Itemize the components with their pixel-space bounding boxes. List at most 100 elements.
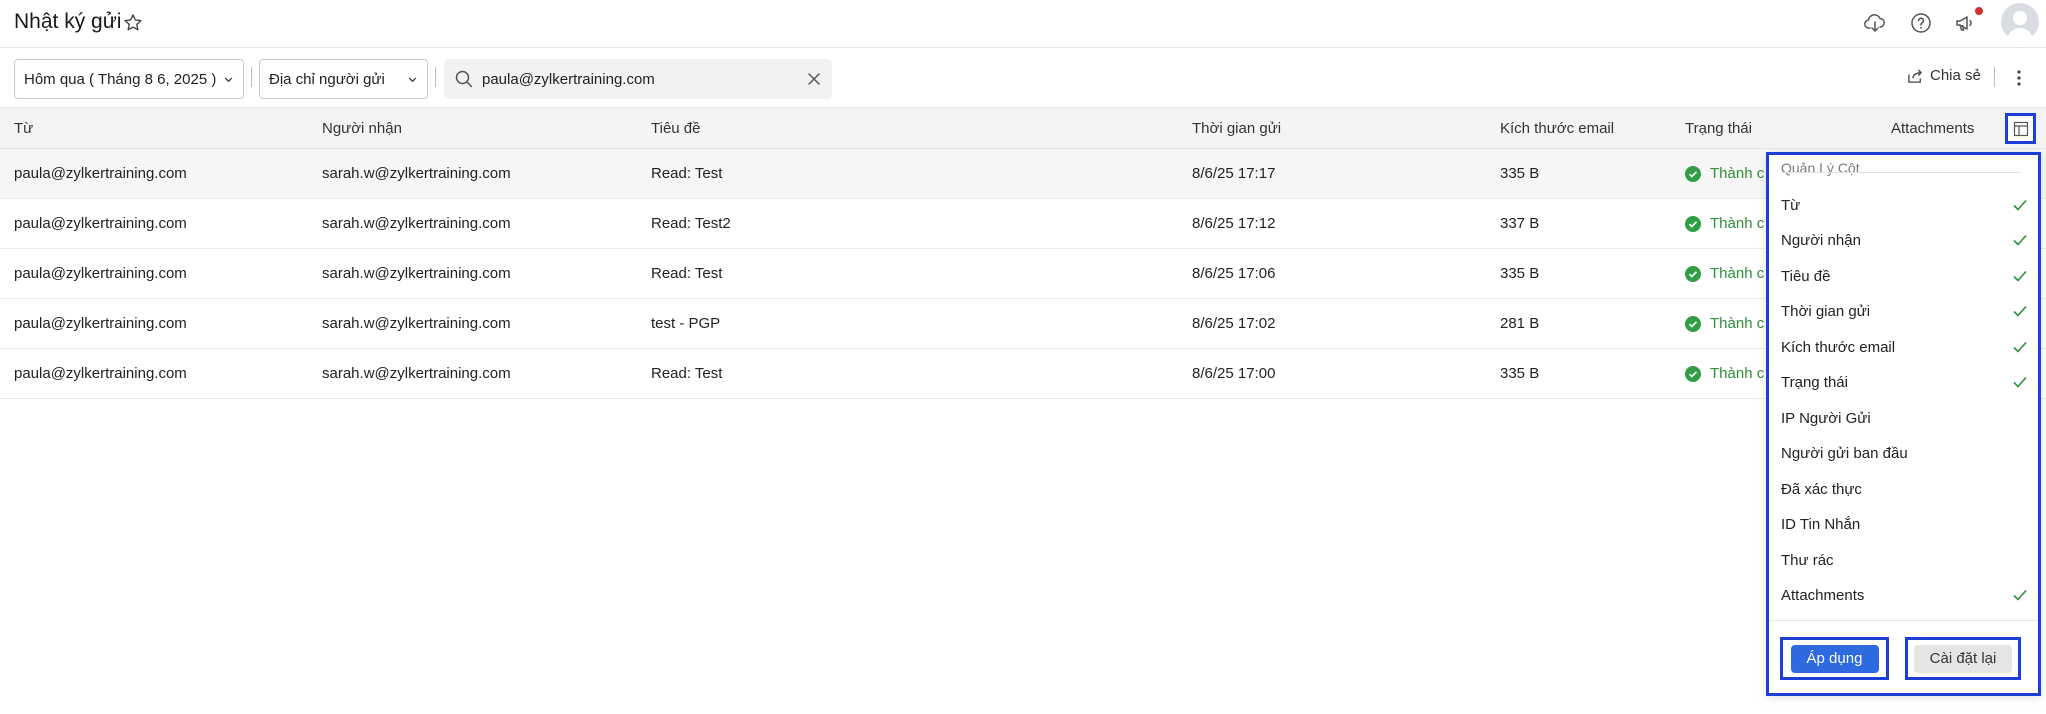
cell-sent-time: 8/6/25 17:17 [1192, 165, 1276, 182]
column-header-recipient[interactable]: Người nhận [322, 120, 402, 137]
check-icon [2013, 305, 2027, 317]
more-options-icon[interactable] [2015, 68, 2023, 88]
column-option-label: IP Người Gửi [1781, 409, 1871, 427]
check-icon [2013, 270, 2027, 282]
column-header-subject[interactable]: Tiêu đề [651, 120, 700, 137]
cell-size: 335 B [1500, 365, 1540, 382]
apply-button-highlight: Áp dụng [1780, 637, 1889, 680]
check-circle-icon [1685, 315, 1701, 332]
divider [251, 67, 252, 87]
cell-from: paula@zylkertraining.com [14, 365, 187, 382]
table-row[interactable]: paula@zylkertraining.com sarah.w@zylkert… [0, 149, 2046, 199]
divider [1769, 620, 2038, 621]
check-circle-icon [1685, 165, 1701, 182]
status-label: Thành c [1710, 265, 1765, 282]
column-header-sent-time[interactable]: Thời gian gửi [1192, 120, 1281, 137]
cell-size: 337 B [1500, 215, 1540, 232]
field-filter-label: Địa chỉ người gửi [269, 70, 385, 88]
column-option-spam[interactable]: Thư rác [1781, 546, 2029, 574]
cell-size: 335 B [1500, 165, 1540, 182]
search-input[interactable] [482, 59, 802, 99]
filter-toolbar: Hôm qua ( Tháng 8 6, 2025 ) Địa chỉ ngườ… [0, 49, 2046, 107]
column-option-attachments[interactable]: Attachments [1781, 581, 2029, 609]
status-label: Thành c [1710, 215, 1765, 232]
divider [1781, 172, 2021, 173]
cloud-download-icon[interactable] [1863, 11, 1887, 35]
reset-button[interactable]: Cài đặt lại [1914, 644, 2012, 673]
reset-button-highlight: Cài đặt lại [1905, 637, 2021, 680]
table-row[interactable]: paula@zylkertraining.com sarah.w@zylkert… [0, 299, 2046, 349]
column-option-subject[interactable]: Tiêu đề [1781, 262, 2029, 290]
column-option-status[interactable]: Trạng thái [1781, 368, 2029, 396]
column-option-label: Đã xác thực [1781, 480, 1862, 498]
column-option-recipient[interactable]: Người nhận [1781, 226, 2029, 254]
column-header-attachments[interactable]: Attachments [1891, 120, 1974, 137]
cell-size: 335 B [1500, 265, 1540, 282]
cell-sent-time: 8/6/25 17:02 [1192, 315, 1276, 332]
column-option-label: Tiêu đề [1781, 267, 1831, 285]
table-row[interactable]: paula@zylkertraining.com sarah.w@zylkert… [0, 249, 2046, 299]
column-option-from[interactable]: Từ [1781, 191, 2029, 219]
close-icon[interactable] [806, 71, 822, 87]
divider [435, 67, 436, 87]
notification-dot [1975, 7, 1983, 15]
chevron-down-icon [224, 77, 233, 83]
check-icon [2013, 341, 2027, 353]
column-option-sent-time[interactable]: Thời gian gửi [1781, 297, 2029, 325]
column-option-authenticated[interactable]: Đã xác thực [1781, 475, 2029, 503]
column-option-label: Thời gian gửi [1781, 302, 1871, 320]
column-option-sender-ip[interactable]: IP Người Gửi [1781, 404, 2029, 432]
date-filter-dropdown[interactable]: Hôm qua ( Tháng 8 6, 2025 ) [14, 59, 244, 99]
announcement-icon[interactable] [1953, 11, 1977, 35]
column-manager-panel: Quản Lý Cột Từ Người nhận Tiêu đề Thời g… [1766, 152, 2041, 696]
cell-sent-time: 8/6/25 17:00 [1192, 365, 1276, 382]
column-option-label: Thư rác [1781, 551, 1834, 569]
share-icon [1908, 69, 1922, 83]
divider [1994, 67, 1995, 87]
table-row[interactable]: paula@zylkertraining.com sarah.w@zylkert… [0, 349, 2046, 399]
chevron-down-icon [408, 77, 417, 83]
status-label: Thành c [1710, 165, 1765, 182]
cell-from: paula@zylkertraining.com [14, 165, 187, 182]
star-icon[interactable] [122, 12, 144, 34]
column-header-from[interactable]: Từ [14, 120, 33, 137]
avatar[interactable] [2001, 3, 2039, 41]
search-box [444, 59, 832, 99]
field-filter-dropdown[interactable]: Địa chỉ người gửi [259, 59, 428, 99]
cell-subject: Read: Test [651, 165, 723, 182]
cell-subject: test - PGP [651, 315, 721, 332]
table-header: Từ Người nhận Tiêu đề Thời gian gửi Kích… [0, 107, 2046, 149]
help-icon[interactable] [1909, 11, 1933, 35]
cell-size: 281 B [1500, 315, 1540, 332]
column-option-label: Người nhận [1781, 231, 1861, 249]
status-label: Thành c [1710, 315, 1765, 332]
column-manager-button[interactable] [2005, 113, 2036, 144]
column-header-status[interactable]: Trạng thái [1685, 120, 1752, 137]
cell-sent-time: 8/6/25 17:06 [1192, 265, 1276, 282]
status-badge: Thành c [1685, 265, 1764, 282]
share-label: Chia sẻ [1930, 67, 1981, 84]
column-option-original-sender[interactable]: Người gửi ban đầu [1781, 439, 2029, 467]
page-title: Nhật ký gửi [14, 10, 122, 33]
column-option-label: Trạng thái [1781, 373, 1848, 391]
cell-recipient: sarah.w@zylkertraining.com [322, 165, 511, 182]
cell-recipient: sarah.w@zylkertraining.com [322, 315, 511, 332]
cell-subject: Read: Test [651, 365, 723, 382]
cell-subject: Read: Test2 [651, 215, 731, 232]
cell-from: paula@zylkertraining.com [14, 265, 187, 282]
cell-recipient: sarah.w@zylkertraining.com [322, 265, 511, 282]
column-option-email-size[interactable]: Kích thước email [1781, 333, 2029, 361]
status-badge: Thành c [1685, 165, 1764, 182]
cell-from: paula@zylkertraining.com [14, 215, 187, 232]
column-option-label: Người gửi ban đầu [1781, 444, 1908, 462]
column-header-email-size[interactable]: Kích thước email [1500, 120, 1614, 137]
check-icon [2013, 589, 2027, 601]
table-row[interactable]: paula@zylkertraining.com sarah.w@zylkert… [0, 199, 2046, 249]
column-option-message-id[interactable]: ID Tin Nhắn [1781, 510, 2029, 538]
column-option-label: Từ [1781, 196, 1801, 214]
check-icon [2013, 199, 2027, 211]
apply-button[interactable]: Áp dụng [1790, 644, 1879, 673]
share-button[interactable]: Chia sẻ [1907, 67, 1981, 84]
status-badge: Thành c [1685, 215, 1764, 232]
column-option-label: ID Tin Nhắn [1781, 515, 1861, 533]
